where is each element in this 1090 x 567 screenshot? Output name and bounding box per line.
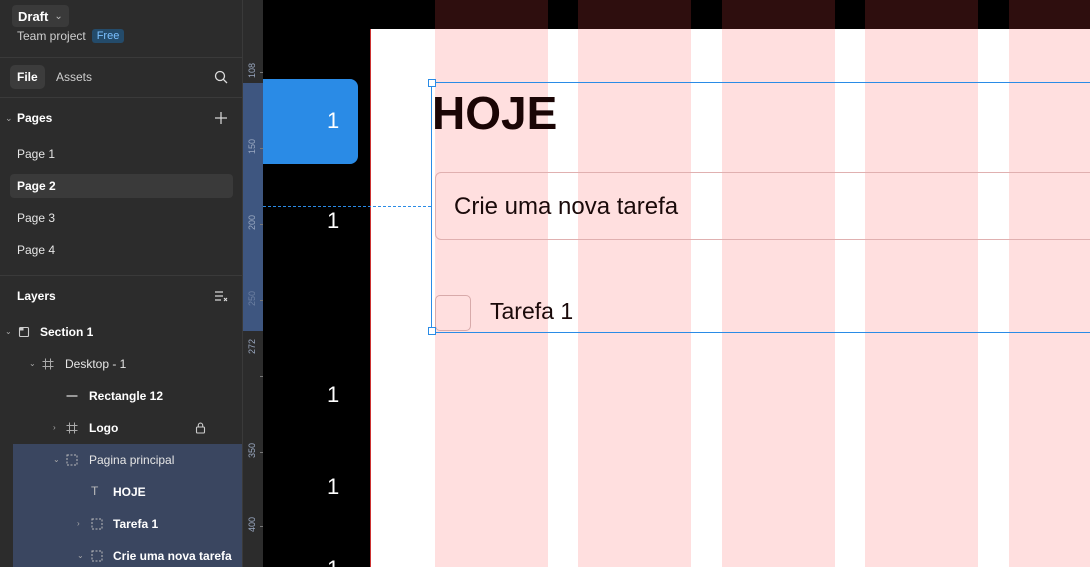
page-item-2[interactable]: Page 2 bbox=[10, 174, 233, 198]
layer-row-logo[interactable]: › Logo bbox=[0, 412, 242, 444]
chevron-down-icon[interactable]: ⌄ bbox=[29, 359, 36, 368]
page-item-4[interactable]: Page 4 bbox=[10, 238, 233, 262]
layer-row-tarefa-1[interactable]: › Tarefa 1 bbox=[13, 508, 242, 540]
page-item-3[interactable]: Page 3 bbox=[10, 206, 233, 230]
pages-title: Pages bbox=[17, 111, 53, 125]
layer-name: Desktop - 1 bbox=[65, 357, 127, 371]
panel-tabs: File Assets bbox=[0, 57, 242, 98]
file-menu-button[interactable]: Draft ⌄ bbox=[12, 5, 69, 27]
ruler-tick: 200 bbox=[247, 214, 257, 230]
frame-icon bbox=[66, 422, 78, 434]
plan-badge[interactable]: Free bbox=[91, 29, 125, 43]
page-item-label: Page 3 bbox=[17, 211, 56, 225]
layer-name: Logo bbox=[89, 421, 119, 435]
nav-number: 1 bbox=[327, 208, 340, 233]
section-icon bbox=[18, 326, 30, 338]
file-header: Draft ⌄ Team project Free bbox=[0, 0, 242, 58]
collapse-layers-icon[interactable] bbox=[214, 289, 228, 303]
rectangle-icon bbox=[66, 395, 78, 397]
nav-number: 1 bbox=[327, 382, 340, 407]
layers-title: Layers bbox=[17, 289, 56, 303]
ruler-tick: 250 bbox=[247, 290, 257, 306]
add-page-icon[interactable] bbox=[214, 111, 228, 125]
page-item-label: Page 2 bbox=[17, 179, 56, 193]
layer-name: Tarefa 1 bbox=[113, 517, 159, 531]
chevron-down-icon: ⌄ bbox=[54, 10, 63, 22]
page-item-1[interactable]: Page 1 bbox=[10, 142, 233, 166]
file-title: Draft bbox=[18, 8, 49, 24]
resize-handle-bottom-left[interactable] bbox=[428, 327, 436, 335]
layer-name: Pagina principal bbox=[89, 453, 175, 467]
layer-row-rectangle-12[interactable]: Rectangle 12 bbox=[0, 380, 242, 412]
app-sidebar-frame[interactable]: 1 1 1 1 1 bbox=[263, 0, 370, 567]
lock-icon[interactable] bbox=[195, 422, 206, 434]
tab-assets[interactable]: Assets bbox=[49, 65, 99, 89]
page-item-label: Page 4 bbox=[17, 243, 56, 257]
team-row: Team project Free bbox=[17, 29, 125, 43]
tab-file[interactable]: File bbox=[10, 65, 45, 89]
selection-box[interactable] bbox=[431, 82, 1090, 333]
layer-row-crie-uma-nova-tarefa[interactable]: ⌄ Crie uma nova tarefa bbox=[13, 540, 242, 567]
layer-row-pagina-principal[interactable]: ⌄ Pagina principal bbox=[13, 444, 242, 476]
measurement-guide bbox=[263, 206, 431, 207]
team-label[interactable]: Team project bbox=[17, 29, 86, 43]
layer-name: Rectangle 12 bbox=[89, 389, 164, 403]
group-dashed-icon bbox=[91, 550, 103, 562]
vertical-ruler: 108 150 200 250 272 350 400 bbox=[242, 0, 264, 567]
layer-row-hoje[interactable]: T HOJE bbox=[13, 476, 242, 508]
divider bbox=[0, 275, 242, 276]
ruler-tick: 272 bbox=[247, 338, 257, 354]
nav-number: 1 bbox=[327, 556, 339, 567]
chevron-right-icon[interactable]: › bbox=[53, 423, 56, 432]
layer-row-desktop-1[interactable]: ⌄ Desktop - 1 bbox=[0, 348, 242, 380]
frame-icon bbox=[42, 358, 54, 370]
chevron-right-icon[interactable]: › bbox=[77, 519, 80, 528]
layer-name: Section 1 bbox=[40, 325, 94, 339]
chevron-down-icon[interactable]: ⌄ bbox=[77, 551, 84, 560]
design-canvas[interactable]: 1 1 1 1 1 HOJE Crie uma nova tarefa Tare… bbox=[263, 0, 1090, 567]
text-icon: T bbox=[91, 484, 99, 498]
nav-number: 1 bbox=[327, 108, 340, 133]
ruler-tick: 400 bbox=[247, 516, 257, 532]
layer-row-section-1[interactable]: ⌄ Section 1 bbox=[0, 316, 242, 348]
pages-header[interactable]: ⌄ Pages bbox=[0, 105, 242, 131]
group-dashed-icon bbox=[66, 454, 78, 466]
search-icon[interactable] bbox=[214, 70, 228, 84]
ruler-tick: 108 bbox=[247, 62, 257, 78]
chevron-down-icon[interactable]: ⌄ bbox=[5, 327, 12, 336]
ruler-tick: 350 bbox=[247, 442, 257, 458]
ruler-tick: 150 bbox=[247, 138, 257, 154]
left-panel: Draft ⌄ Team project Free File Assets ⌄ … bbox=[0, 0, 242, 567]
nav-number: 1 bbox=[327, 474, 340, 499]
chevron-down-icon[interactable]: ⌄ bbox=[5, 113, 13, 124]
layer-name: Crie uma nova tarefa bbox=[113, 549, 232, 563]
group-dashed-icon bbox=[91, 518, 103, 530]
page-item-label: Page 1 bbox=[17, 147, 56, 161]
chevron-down-icon[interactable]: ⌄ bbox=[53, 455, 60, 464]
layer-name: HOJE bbox=[113, 485, 146, 499]
layers-header: Layers bbox=[0, 283, 242, 309]
nav-item-active[interactable] bbox=[263, 79, 358, 164]
resize-handle-top-left[interactable] bbox=[428, 79, 436, 87]
